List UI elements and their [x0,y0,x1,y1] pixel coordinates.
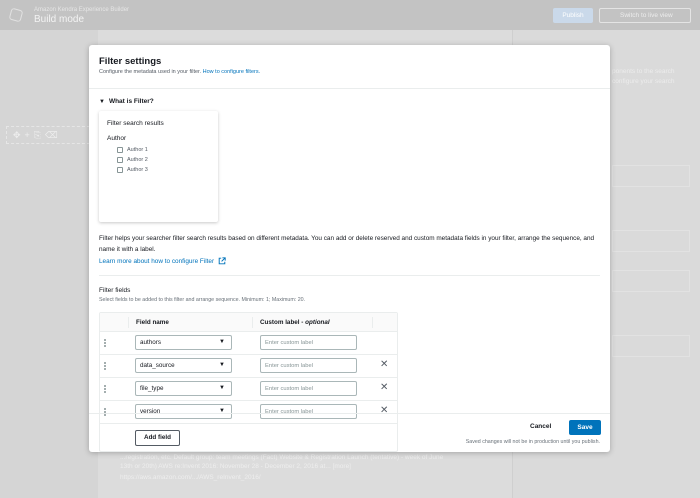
filter-explanation: Filter helps your searcher filter search… [99,235,595,253]
app-logo-icon [8,7,24,23]
preview-title: Filter search results [107,120,164,127]
custom-label-input[interactable] [260,358,357,373]
preview-group-label: Author [107,135,127,142]
modal-body: ▼ What is Filter? Filter search results A… [89,89,610,452]
custom-label-input[interactable] [260,381,357,396]
expander-label: What is Filter? [108,98,154,105]
dropdown-arrow-icon: ▼ [219,362,225,368]
modal-description: Configure the metadata used in your filt… [99,69,260,75]
column-divider [128,317,129,328]
left-toolbar: ✥+⎘⌫ [6,126,90,144]
what-is-filter-expander[interactable]: ▼ What is Filter? [99,98,154,105]
drag-handle-icon[interactable] [104,339,106,347]
checkbox-icon [117,147,123,153]
app-subtitle: Amazon Kendra Experience Builder [34,7,130,13]
background-result-text: ...registration, etc. Default group: tea… [120,454,444,461]
right-panel-box [612,335,690,357]
column-divider [372,317,373,328]
right-panel-box [612,165,690,187]
modal-header: Filter settings Configure the metadata u… [89,45,610,89]
right-panel-box [612,230,690,252]
column-header-field-name: Field name [136,319,169,326]
background-result-url: https://aws.amazon.com/.../AWS_reInvent_… [120,474,261,481]
dropdown-arrow-icon: ▼ [219,385,225,391]
modal-title: Filter settings [99,56,162,67]
checkbox-icon [117,167,123,173]
preview-option-label: Author 2 [127,157,148,163]
right-panel-box [612,270,690,292]
external-link-icon [218,257,226,265]
cancel-button[interactable]: Cancel [530,423,551,430]
save-button[interactable]: Save [569,420,601,435]
drag-handle-icon[interactable] [104,385,106,393]
column-divider [252,317,253,328]
configure-filters-link[interactable]: How to configure filters. [203,69,260,75]
filter-preview-card: Filter search results Author Author 1 Au… [99,111,218,222]
modal-description-text: Configure the metadata used in your filt… [99,69,202,75]
table-row: data_source ▼ ✕ [100,355,397,378]
remove-field-icon[interactable]: ✕ [380,360,388,370]
field-name-select[interactable]: file_type ▼ [135,381,232,396]
switch-live-view-button[interactable]: Switch to live view [599,8,691,23]
right-panel-text-1: ponents to the search [612,68,675,75]
remove-field-icon[interactable]: ✕ [380,383,388,393]
filter-fields-description: Select fields to be added to this filter… [99,297,306,303]
column-header-custom-label: Custom label - optional [260,319,330,326]
field-name-select[interactable]: authors ▼ [135,335,232,350]
app-header: Amazon Kendra Experience Builder Build m… [0,0,700,30]
table-row: file_type ▼ ✕ [100,378,397,401]
field-name-select[interactable]: data_source ▼ [135,358,232,373]
custom-label-input[interactable] [260,335,357,350]
drag-handle-icon[interactable] [104,362,106,370]
filter-fields-label: Filter fields [99,287,131,294]
preview-option: Author 1 [117,147,148,153]
optional-text: optional [305,319,330,326]
table-header: Field name Custom label - optional [100,313,397,332]
caret-down-icon: ▼ [99,99,105,105]
right-panel-text-2: configure your search [612,78,675,85]
table-row: authors ▼ [100,332,397,355]
preview-option-label: Author 3 [127,167,148,173]
field-name-value: data_source [140,362,175,369]
publish-button[interactable]: Publish [553,8,593,23]
checkbox-icon [117,157,123,163]
custom-label-text: Custom label [260,319,300,326]
learn-more-link[interactable]: Learn more about how to configure Filter [99,257,226,265]
learn-more-label: Learn more about how to configure Filter [99,257,215,265]
preview-option-label: Author 1 [127,147,148,153]
preview-option: Author 2 [117,157,148,163]
dropdown-arrow-icon: ▼ [219,339,225,345]
modal-footer: Cancel Save Saved changes will not be in… [89,413,610,452]
background-result-text-2: 13th or 20th) AWS re:Invent 2016: Novemb… [120,463,351,470]
divider [99,275,600,276]
preview-option: Author 3 [117,167,148,173]
app-title: Build mode [34,14,85,25]
save-footnote: Saved changes will not be in production … [465,439,600,445]
filter-settings-modal: Filter settings Configure the metadata u… [89,45,610,452]
field-name-value: file_type [140,385,164,392]
field-name-value: authors [140,339,162,346]
